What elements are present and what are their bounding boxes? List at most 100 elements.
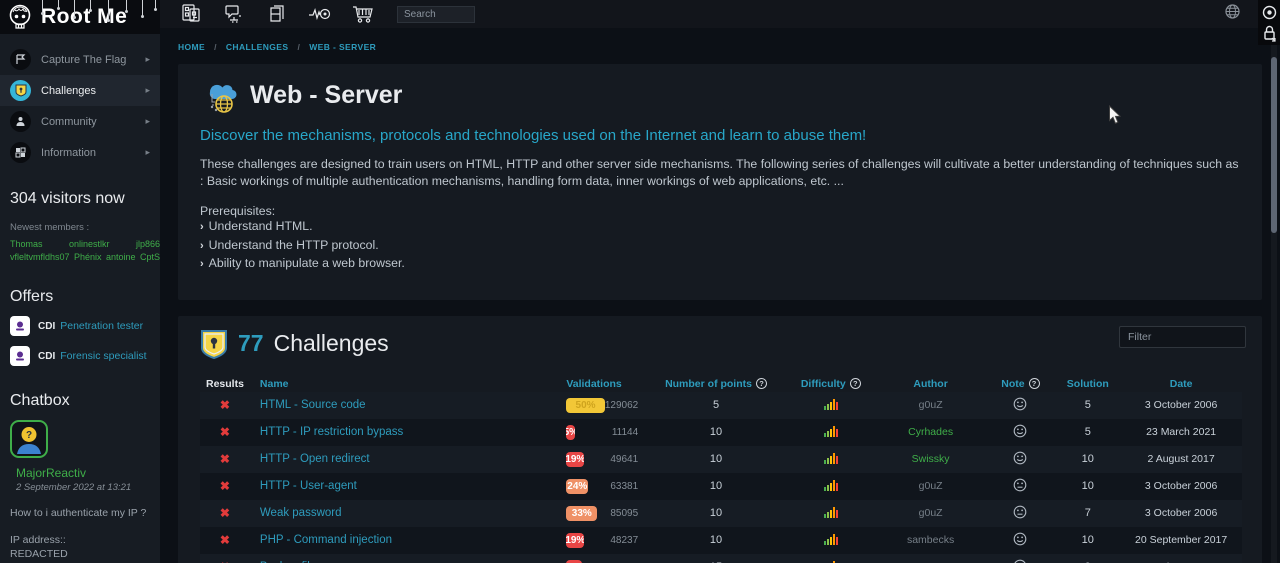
category-subtitle: Discover the mechanisms, protocols and t… bbox=[200, 127, 1240, 144]
validation-percent-badge: 50% bbox=[566, 398, 605, 413]
offer-company-icon bbox=[10, 346, 30, 366]
note-smiley-icon[interactable] bbox=[1013, 397, 1027, 414]
breadcrumb: HOME / CHALLENGES / WEB - SERVER bbox=[160, 28, 1280, 52]
difficulty-icon bbox=[824, 532, 838, 548]
note-smiley-icon[interactable] bbox=[1013, 424, 1027, 441]
member-link[interactable]: CptS bbox=[140, 252, 160, 262]
challenge-date: 20 September 2017 bbox=[1135, 534, 1227, 546]
solution-count: 5 bbox=[1085, 399, 1091, 411]
svg-text:?: ? bbox=[26, 430, 32, 441]
visitors-count: 304 visitors now bbox=[10, 190, 150, 208]
breadcrumb-link[interactable]: HOME bbox=[178, 42, 205, 52]
language-globe-icon[interactable] bbox=[1225, 4, 1240, 24]
avatar-face-icon: ? bbox=[14, 424, 44, 454]
note-smiley-icon[interactable] bbox=[1013, 505, 1027, 522]
challenges-title: Challenges bbox=[274, 330, 389, 357]
logo[interactable]: Root Me bbox=[0, 0, 160, 34]
points-value: 10 bbox=[710, 507, 722, 519]
chat-username-link[interactable]: MajorReactiv bbox=[16, 466, 150, 480]
chat-message-line: IP address:: bbox=[10, 533, 150, 547]
breadcrumb-separator: / bbox=[297, 42, 300, 52]
column-header-number-of-points: Number of points? bbox=[646, 378, 786, 390]
sidebar-item-challenges[interactable]: Challenges▸ bbox=[0, 75, 160, 106]
visitors-section: 304 visitors now Newest members : Thomas… bbox=[0, 190, 160, 262]
newest-members-label: Newest members : bbox=[10, 222, 150, 233]
chatbox-title: Chatbox bbox=[10, 392, 150, 410]
member-link[interactable]: onlinestlkr bbox=[69, 239, 110, 249]
note-smiley-icon[interactable] bbox=[1013, 478, 1027, 495]
member-link[interactable]: antoine bbox=[106, 252, 136, 262]
note-smiley-icon[interactable] bbox=[1013, 532, 1027, 549]
breadcrumb-link[interactable]: WEB - SERVER bbox=[309, 42, 376, 52]
author-link[interactable]: Swissky bbox=[912, 453, 950, 465]
offer-item: CDIPenetration tester bbox=[10, 316, 150, 336]
chevron-bullet-icon: › bbox=[200, 221, 204, 233]
activity-target-icon[interactable] bbox=[308, 2, 332, 26]
record-icon[interactable] bbox=[1261, 3, 1278, 21]
author-link[interactable]: sambecks bbox=[907, 534, 954, 546]
column-header-author: Author bbox=[876, 378, 986, 390]
challenge-link[interactable]: PHP - Command injection bbox=[260, 534, 392, 546]
challenge-link[interactable]: HTML - Source code bbox=[260, 399, 366, 411]
documents-icon[interactable] bbox=[265, 2, 289, 26]
offer-link[interactable]: Penetration tester bbox=[60, 320, 143, 332]
help-icon[interactable]: ? bbox=[850, 378, 861, 389]
breadcrumb-link[interactable]: CHALLENGES bbox=[226, 42, 289, 52]
sidebar-item-information[interactable]: Information▸ bbox=[0, 137, 160, 168]
capture-the-flag-icon bbox=[10, 49, 31, 70]
offer-link[interactable]: Forensic specialist bbox=[60, 350, 146, 362]
solution-count: 10 bbox=[1082, 534, 1094, 546]
chevron-right-icon: ▸ bbox=[145, 54, 150, 65]
member-link[interactable]: vfleltvmfldhs07 bbox=[10, 252, 70, 262]
table-row: ✖Backup file17%4259615g0uZ927 February 2… bbox=[200, 554, 1242, 563]
note-smiley-icon[interactable] bbox=[1013, 559, 1027, 563]
challenge-link[interactable]: Weak password bbox=[260, 507, 342, 519]
scrollbar-thumb[interactable] bbox=[1271, 57, 1277, 233]
cart-icon[interactable] bbox=[351, 2, 375, 26]
prerequisite-item: ›Understand HTML. bbox=[200, 218, 1240, 237]
avatar[interactable]: ? bbox=[10, 420, 48, 458]
challenge-date: 3 October 2006 bbox=[1145, 507, 1217, 519]
right-rail bbox=[1258, 0, 1280, 45]
challenges-shield-icon bbox=[200, 328, 228, 360]
chatbox-section: Chatbox ? MajorReactiv 2 September 2022 … bbox=[0, 392, 160, 563]
solution-count: 10 bbox=[1082, 453, 1094, 465]
category-intro-panel: Web - Server Discover the mechanisms, pr… bbox=[178, 64, 1262, 300]
help-icon[interactable]: ? bbox=[1029, 378, 1040, 389]
member-link[interactable]: Thomas bbox=[10, 239, 43, 249]
challenge-link[interactable]: HTTP - Open redirect bbox=[260, 453, 370, 465]
chevron-right-icon: ▸ bbox=[145, 116, 150, 127]
author-link[interactable]: Cyrhades bbox=[908, 426, 953, 438]
challenge-link[interactable]: HTTP - IP restriction bypass bbox=[260, 426, 403, 438]
member-link[interactable]: Phénix bbox=[74, 252, 102, 262]
filter-input[interactable] bbox=[1119, 326, 1246, 348]
scrollbar-track[interactable] bbox=[1271, 45, 1277, 563]
author-link[interactable]: g0uZ bbox=[919, 507, 943, 519]
note-smiley-icon[interactable] bbox=[1013, 451, 1027, 468]
docs-qr-icon[interactable] bbox=[179, 2, 203, 26]
sidebar-item-label: Information bbox=[41, 147, 96, 159]
chevron-bullet-icon: › bbox=[200, 258, 204, 270]
topbar bbox=[160, 0, 1280, 28]
challenge-date: 2 August 2017 bbox=[1148, 453, 1215, 465]
sidebar-item-capture-the-flag[interactable]: Capture The Flag ▸ bbox=[0, 44, 160, 75]
difficulty-icon bbox=[824, 397, 838, 413]
author-link[interactable]: g0uZ bbox=[919, 399, 943, 411]
challenge-link[interactable]: HTTP - User-agent bbox=[260, 480, 357, 492]
forum-icon[interactable] bbox=[222, 2, 246, 26]
validation-count: 63381 bbox=[588, 481, 646, 492]
validation-percent-badge: 19% bbox=[566, 533, 584, 548]
sidebar-item-label: Challenges bbox=[41, 85, 96, 97]
sidebar-item-community[interactable]: Community▸ bbox=[0, 106, 160, 137]
web-server-icon bbox=[200, 76, 242, 114]
sidebar-item-label: Capture The Flag bbox=[41, 54, 126, 66]
lock-icon[interactable] bbox=[1261, 24, 1278, 42]
validation-count: 129062 bbox=[605, 400, 646, 411]
difficulty-icon bbox=[824, 478, 838, 494]
search-input[interactable] bbox=[397, 6, 475, 23]
member-link[interactable]: jlp866 bbox=[136, 239, 160, 249]
column-header-difficulty: Difficulty? bbox=[786, 378, 876, 390]
breadcrumb-separator: / bbox=[214, 42, 217, 52]
help-icon[interactable]: ? bbox=[756, 378, 767, 389]
author-link[interactable]: g0uZ bbox=[919, 480, 943, 492]
